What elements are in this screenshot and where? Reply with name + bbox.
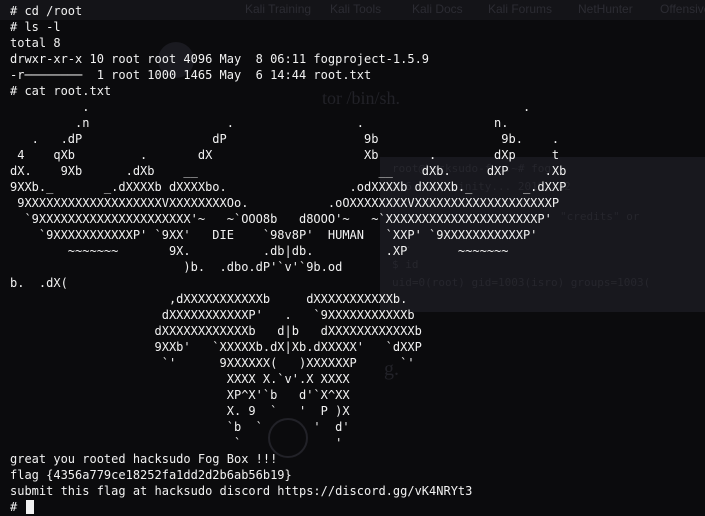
ascii-art-line: 9XXb' `XXXXXb.dX|Xb.dXXXXX' `dXXP [10, 340, 422, 354]
ascii-art-line: .n . . n. [10, 116, 509, 130]
ascii-art-line: X. 9 ` ' P )X [10, 404, 350, 418]
ascii-art-line: . . [10, 100, 531, 114]
ascii-art-line: `9XXXXXXXXXXXXXXXXXXXXX'~ ~`OOO8b d8OOO'… [10, 212, 552, 226]
ascii-art-line: 9XXXXXXXXXXXXXXXXXXXVXXXXXXXXOo. .oOXXXX… [10, 196, 560, 210]
ascii-art-line: `b ` ' d' [10, 420, 350, 434]
ascii-art-line: XXXX X.`v'.X XXXX [10, 372, 350, 386]
command-prompt[interactable]: # [10, 499, 35, 515]
ascii-art-line: `' 9XXXXXX( )XXXXXXP `' [10, 356, 415, 370]
submit-instructions: submit this flag at hacksudo discord htt… [10, 484, 473, 498]
flag-line: flag {4356a779ce18252fa1dd2d2b6ab56b19} [10, 468, 292, 482]
ascii-art-line: )b. .dbo.dP'`v'`9b.od [10, 260, 343, 274]
ascii-art-line: dXXXXXXXXXXXXb d|b dXXXXXXXXXXXXb [10, 324, 422, 338]
ascii-art-line: dXXXXXXXXXXXP' . `9XXXXXXXXXXXb [10, 308, 415, 322]
ascii-art-line: . .dP dP 9b 9b. . [10, 132, 560, 146]
ascii-art-line: ~~~~~~~ 9X. .db|db. .XP ~~~~~~~ [10, 244, 509, 258]
ascii-art-line: b. .dX( [10, 276, 68, 290]
ascii-art-line: XP^X'`b d'`X^XX [10, 388, 350, 402]
terminal-line: # ls -l [10, 20, 61, 34]
terminal-window: Kali Training Kali Tools Kali Docs Kali … [0, 0, 705, 516]
terminal-output[interactable]: # cd /root # ls -l total 8 drwxr-xr-x 10… [0, 0, 705, 516]
ascii-art-line: dX. 9Xb .dXb __ __ dXb. dXP .Xb [10, 164, 567, 178]
success-message: great you rooted hacksudo Fog Box !!! [10, 452, 278, 466]
text-cursor [26, 500, 35, 514]
terminal-line: # cat root.txt [10, 84, 112, 98]
ascii-art-line: ,dXXXXXXXXXXXb dXXXXXXXXXXXb. [10, 292, 408, 306]
terminal-line: drwxr-xr-x 10 root root 4096 May 8 06:11… [10, 52, 430, 66]
ascii-art-line: 4 qXb . dX Xb . dXp t [10, 148, 560, 162]
terminal-line: # cd /root [10, 4, 83, 18]
prompt-symbol: # [10, 500, 25, 514]
ascii-art-line: `9XXXXXXXXXXXP' `9XX' DIE `98v8P' HUMAN … [10, 228, 538, 242]
ascii-art-line: ` ' [10, 436, 343, 450]
terminal-line: total 8 [10, 36, 61, 50]
terminal-line: -r──────── 1 root 1000 1465 May 6 14:44 … [10, 68, 372, 82]
ascii-art-line: 9XXb._ _.dXXXXb dXXXXbo. .odXXXXb dXXXXb… [10, 180, 567, 194]
